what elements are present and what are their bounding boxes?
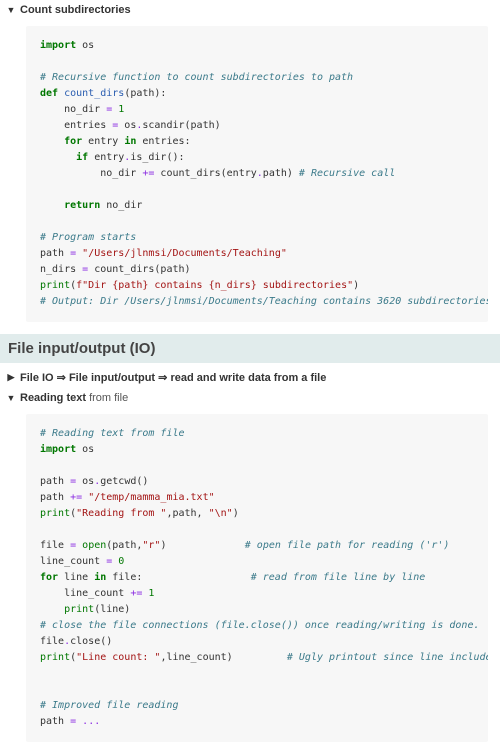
heading-file-io: File input/output (IO) xyxy=(0,334,500,363)
heading-text: File IO ⇒ File input/output ⇒ read and w… xyxy=(20,371,326,384)
heading-count-subdirectories[interactable]: ▼ Count subdirectories xyxy=(0,0,500,20)
triangle-down-icon: ▼ xyxy=(6,393,16,403)
code-cell-count-subdirectories: import os # Recursive function to count … xyxy=(26,26,488,322)
triangle-right-icon: ▶ xyxy=(6,372,16,383)
heading-file-io-definition[interactable]: ▶ File IO ⇒ File input/output ⇒ read and… xyxy=(0,367,500,388)
heading-text: Reading text from file xyxy=(20,392,128,404)
heading-text: Count subdirectories xyxy=(20,4,131,16)
heading-reading-text[interactable]: ▼ Reading text from file xyxy=(0,388,500,408)
triangle-down-icon: ▼ xyxy=(6,5,16,15)
code-cell-reading-text: # Reading text from file import os path … xyxy=(26,414,488,742)
